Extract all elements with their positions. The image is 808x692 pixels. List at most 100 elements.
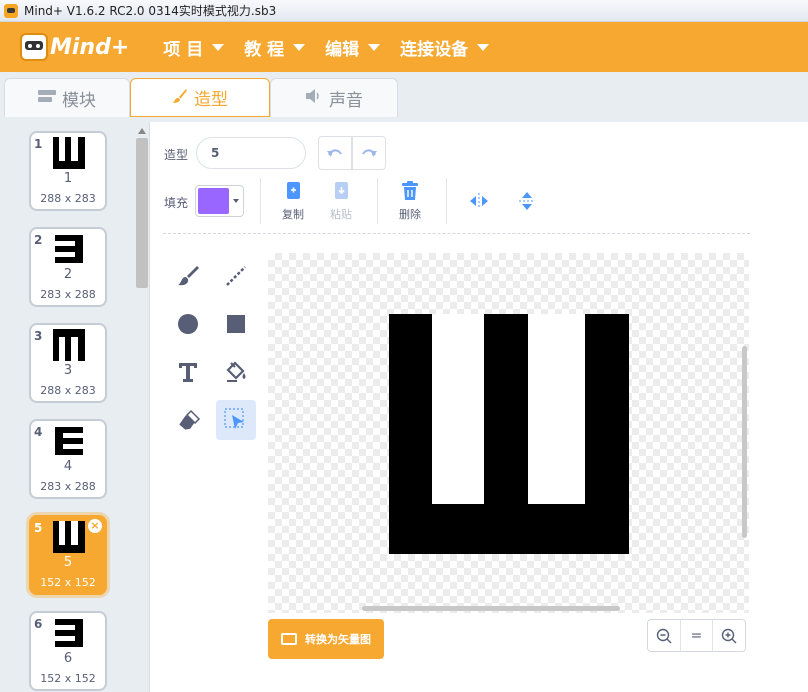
copy-icon	[287, 182, 300, 199]
menu-edit-label: 编辑	[325, 39, 360, 60]
eraser-tool[interactable]	[168, 400, 208, 440]
menu-bar: Mind+ 项 目 教 程 编辑 连接设备	[0, 22, 808, 72]
brush-icon	[178, 266, 199, 286]
line-tool[interactable]	[216, 256, 256, 296]
costume-thumbnail	[55, 235, 83, 263]
rectangle-icon	[227, 315, 245, 333]
robot-logo-icon	[20, 33, 48, 61]
canvas-vertical-scrollbar[interactable]	[742, 346, 747, 538]
menu-tutorial-label: 教 程	[244, 39, 285, 60]
fill-color-swatch	[198, 188, 229, 214]
zoom-reset-label: =	[690, 627, 703, 644]
line-icon	[226, 266, 246, 286]
costume-name-label: 造型	[164, 148, 189, 162]
blocks-icon	[38, 90, 56, 106]
circle-tool[interactable]	[168, 304, 208, 344]
costume-name-input[interactable]	[196, 137, 306, 169]
window-title: Mind+ V1.6.2 RC2.0 0314实时模式视力.sb3	[24, 4, 277, 18]
costume-name: 1	[63, 171, 73, 186]
brush-tool[interactable]	[168, 256, 208, 296]
tab-sounds-label: 声音	[329, 90, 363, 111]
zoom-in-button[interactable]	[713, 620, 745, 651]
paint-bucket-icon	[226, 361, 246, 382]
costume-index: 1	[34, 137, 43, 151]
delete-button[interactable]: 删除	[390, 180, 430, 224]
app-icon	[4, 3, 18, 18]
menu-connect-device[interactable]: 连接设备	[400, 35, 490, 60]
chevron-down-icon	[368, 43, 381, 51]
scroll-up-arrow-icon[interactable]	[138, 128, 146, 134]
menu-project-label: 项 目	[163, 39, 204, 60]
paint-canvas[interactable]	[268, 253, 749, 613]
editor-tabs: 模块 造型 声音	[0, 72, 808, 122]
zoom-controls: =	[647, 619, 746, 652]
zoom-out-button[interactable]	[648, 620, 681, 651]
undo-button[interactable]	[318, 136, 352, 170]
paintbrush-icon	[172, 88, 188, 108]
delete-costume-icon[interactable]: ×	[88, 519, 102, 533]
costume-index: 5	[34, 521, 43, 535]
canvas-horizontal-scrollbar[interactable]	[362, 606, 620, 611]
costume-item[interactable]: 6 6 152 x 152	[29, 611, 107, 691]
costume-name: 5	[63, 555, 73, 570]
trash-icon	[402, 181, 418, 200]
rectangle-tool[interactable]	[216, 304, 256, 344]
zoom-in-icon	[721, 628, 737, 643]
select-tool[interactable]	[216, 400, 256, 440]
text-icon	[179, 363, 197, 382]
menu-project[interactable]: 项 目	[163, 35, 225, 60]
paste-icon	[335, 182, 348, 199]
costume-item[interactable]: 3 3 288 x 283	[29, 323, 107, 403]
costume-index: 3	[34, 329, 43, 343]
zoom-reset-button[interactable]: =	[681, 620, 714, 651]
flip-horizontal-button[interactable]	[459, 180, 499, 224]
costume-name: 6	[63, 651, 73, 666]
costume-item[interactable]: 2 2 283 x 288	[29, 227, 107, 307]
convert-to-vector-button[interactable]: 转换为矢量图	[268, 619, 384, 659]
scrollbar-thumb[interactable]	[136, 138, 148, 288]
menu-edit[interactable]: 编辑	[325, 35, 381, 60]
image-icon	[281, 633, 297, 645]
costume-list: 1 1 288 x 283 2 2 283 x 288 3 3 288 x 283 4 4 283 x…	[0, 122, 150, 692]
flip-horizontal-icon	[470, 193, 488, 209]
costume-name: 2	[63, 267, 73, 282]
costume-item[interactable]: 1 1 288 x 283	[29, 131, 107, 211]
paste-button[interactable]: 粘贴	[321, 180, 361, 224]
costume-size: 283 x 288	[40, 288, 96, 301]
costume-thumbnail	[55, 427, 83, 455]
eraser-icon	[179, 409, 201, 430]
zoom-out-icon	[656, 628, 672, 643]
copy-button[interactable]: 复制	[273, 180, 313, 224]
title-bar: Mind+ V1.6.2 RC2.0 0314实时模式视力.sb3	[0, 0, 808, 22]
costume-drawing	[389, 314, 629, 554]
costume-list-scrollbar[interactable]	[135, 128, 149, 690]
costume-item[interactable]: 5 5 152 x 152 ×	[29, 515, 107, 595]
copy-label: 复制	[282, 208, 304, 221]
divider	[260, 178, 261, 224]
costume-size: 288 x 283	[40, 192, 96, 205]
costume-size: 152 x 152	[40, 672, 96, 685]
divider	[377, 178, 378, 224]
flip-vertical-button[interactable]	[507, 180, 547, 224]
convert-to-vector-label: 转换为矢量图	[305, 633, 371, 646]
costume-index: 6	[34, 617, 43, 631]
fill-color-picker[interactable]	[195, 185, 244, 217]
tab-sounds[interactable]: 声音	[270, 78, 398, 117]
tab-costumes-label: 造型	[194, 90, 228, 110]
mindplus-logo[interactable]: Mind+	[20, 33, 129, 61]
text-tool[interactable]	[168, 352, 208, 392]
costume-thumbnail	[53, 521, 85, 553]
costume-thumbnail	[53, 329, 85, 361]
undo-icon	[327, 149, 342, 157]
fill-tool[interactable]	[216, 352, 256, 392]
chevron-down-icon	[293, 43, 306, 51]
menu-tutorial[interactable]: 教 程	[244, 35, 306, 60]
costume-item[interactable]: 4 4 283 x 288	[29, 419, 107, 499]
tab-blocks[interactable]: 模块	[4, 78, 130, 117]
tab-costumes[interactable]: 造型	[130, 78, 270, 117]
menu-connect-label: 连接设备	[400, 39, 469, 60]
redo-button[interactable]	[352, 136, 386, 170]
select-cursor-icon	[224, 408, 244, 429]
speaker-icon	[305, 88, 323, 108]
redo-icon	[362, 149, 377, 157]
